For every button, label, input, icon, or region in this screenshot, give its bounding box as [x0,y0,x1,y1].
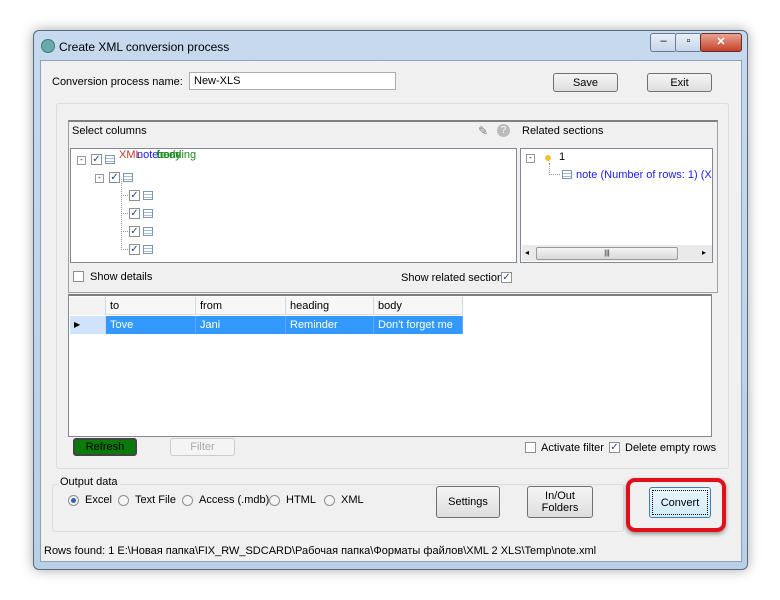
tree-checkbox[interactable]: ✓ [129,208,140,219]
output-radio[interactable] [118,495,129,506]
tree-item-label[interactable]: body [157,149,181,161]
row-header-corner [70,297,106,315]
process-name-input[interactable] [189,72,396,90]
maximize-button[interactable]: ▫ [675,33,702,52]
close-button[interactable]: ✕ [700,33,742,52]
related-sections-title: Related sections [522,125,604,137]
output-radio[interactable] [68,495,79,506]
process-name-label: Conversion process name: [52,76,183,88]
activate-filter-checkbox[interactable] [525,442,536,453]
brush-icon[interactable]: ✎ [478,124,488,138]
tree-checkbox[interactable]: ✓ [109,172,120,183]
activate-filter-label: Activate filter [541,442,604,454]
tree-item-label[interactable]: note [137,149,158,161]
output-option-label[interactable]: Excel [85,494,112,506]
collapse-icon[interactable]: - [95,174,104,183]
table-icon [562,170,572,179]
related-tree[interactable]: - 1 note (Number of rows: 1) (XML L ◂ ||… [520,148,713,263]
exit-button[interactable]: Exit [647,73,712,92]
column-header[interactable]: from [196,297,286,315]
output-option-label[interactable]: Access (.mdb) [199,494,269,506]
tree-checkbox[interactable]: ✓ [129,190,140,201]
delete-empty-rows-label: Delete empty rows [625,442,717,454]
grid-cell[interactable]: Don't forget me t... [374,316,463,349]
output-radio[interactable] [324,495,335,506]
tree-checkbox[interactable]: ✓ [129,244,140,255]
save-button[interactable]: Save [553,73,618,92]
select-columns-title: Select columns [72,125,147,137]
related-child[interactable]: note (Number of rows: 1) (XML L [576,169,712,181]
tree-checkbox[interactable]: ✓ [91,154,102,165]
table-icon [143,209,153,218]
show-details-label: Show details [90,271,153,283]
output-option-label[interactable]: Text File [135,494,176,506]
show-related-checkbox[interactable]: ✓ [501,272,512,283]
related-root[interactable]: 1 [559,151,565,163]
minimize-button[interactable]: – [650,33,677,52]
show-details-checkbox[interactable] [73,271,84,282]
app-icon [41,39,55,53]
horizontal-scrollbar[interactable]: ◂ ||| ▸ [522,245,712,261]
grid-cell[interactable]: Reminder [286,316,374,334]
show-related-label: Show related sections [401,272,509,284]
filter-button[interactable]: Filter [170,438,235,456]
row-selector[interactable]: ▶ [70,316,106,334]
column-header[interactable]: body [374,297,463,315]
tree-checkbox[interactable]: ✓ [129,226,140,237]
status-bar-text: Rows found: 1 E:\Новая папка\FIX_RW_SDCA… [44,545,597,557]
help-icon[interactable]: ? [497,124,510,137]
column-header[interactable]: to [106,297,196,315]
window-title: Create XML conversion process [59,40,230,54]
table-icon [143,245,153,254]
output-option-label[interactable]: XML [341,494,364,506]
output-radio[interactable] [182,495,193,506]
settings-button[interactable]: Settings [436,486,500,518]
section-dot-icon [545,155,551,161]
table-icon [143,227,153,236]
tree-line [549,163,560,175]
data-grid[interactable]: to from heading body ▶ Tove Jani Reminder Don'… [68,294,712,437]
refresh-button[interactable]: Refresh [73,438,137,456]
output-option-label[interactable]: HTML [286,494,316,506]
output-title: Output data [58,476,120,488]
table-icon [105,155,115,164]
table-icon [143,191,153,200]
collapse-icon[interactable]: - [526,154,535,163]
in-out-folders-button[interactable]: In/Out Folders [527,486,593,518]
scroll-thumb[interactable]: ||| [536,247,678,260]
collapse-icon[interactable]: - [77,156,86,165]
delete-empty-rows-checkbox[interactable]: ✓ [609,442,620,453]
column-header[interactable]: heading [286,297,374,315]
grid-cell[interactable]: Jani [196,316,286,334]
convert-button[interactable]: Convert [649,487,711,518]
output-radio[interactable] [269,495,280,506]
column-tree[interactable]: - ✓ XML - ✓ note ✓ to ✓ from ✓ heading ✓ body [70,148,517,263]
grid-cell[interactable]: Tove [106,316,196,334]
